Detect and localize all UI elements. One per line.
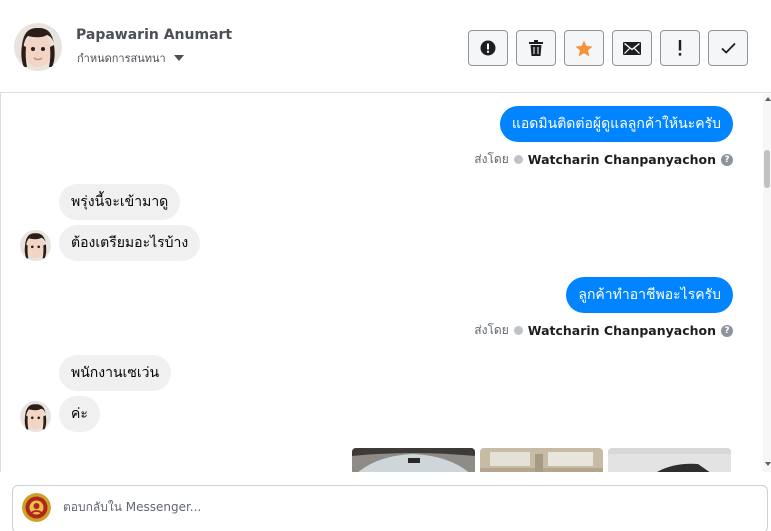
delete-button[interactable] — [516, 30, 556, 66]
attachment-photo[interactable] — [352, 448, 475, 472]
reply-input[interactable] — [63, 496, 663, 518]
verified-dot-icon — [513, 155, 523, 164]
attachment-photo[interactable] — [608, 448, 731, 472]
contact-avatar-small — [20, 230, 51, 261]
star-icon — [575, 40, 593, 57]
contact-avatar[interactable] — [14, 23, 62, 71]
page-avatar — [22, 493, 51, 522]
agent-name[interactable]: Watcharin Chanpanyachon — [528, 323, 716, 338]
sent-by-prefix: ส่งโดย — [474, 323, 509, 337]
verified-dot-icon — [513, 326, 523, 335]
sent-by-prefix: ส่งโดย — [474, 152, 509, 166]
sent-by-line: ส่งโดย Watcharin Chanpanyachon ? — [474, 321, 733, 340]
spam-button[interactable] — [468, 30, 508, 66]
contact-avatar-small — [20, 401, 51, 432]
outgoing-message[interactable]: แอดมินติดต่อผู้ดูแลลูกค้าให้นะครับ — [499, 106, 733, 142]
alert-circle-icon — [480, 40, 496, 56]
agent-name[interactable]: Watcharin Chanpanyachon — [528, 152, 716, 167]
trash-icon — [529, 40, 543, 56]
attachment-photo[interactable] — [480, 448, 603, 472]
caret-down-icon — [173, 55, 184, 61]
message-thread[interactable]: แอดมินติดต่อผู้ดูแลลูกค้าให้นะครับ ส่งโด… — [0, 94, 763, 472]
help-icon[interactable]: ? — [721, 324, 733, 337]
star-button[interactable] — [564, 30, 604, 66]
assign-conversation-dropdown[interactable]: กำหนดการสนทนา — [77, 49, 184, 67]
check-icon — [720, 42, 736, 54]
outgoing-message[interactable]: ลูกค้าทำอาชีพอะไรครับ — [566, 277, 733, 313]
follow-up-button[interactable] — [660, 30, 700, 66]
reply-composer[interactable] — [12, 485, 768, 531]
scroll-down-icon[interactable] — [765, 462, 771, 466]
exclamation-icon — [678, 40, 682, 56]
contact-name[interactable]: Papawarin Anumart — [76, 27, 232, 43]
mark-done-button[interactable] — [708, 30, 748, 66]
help-icon[interactable]: ? — [721, 153, 733, 166]
reply-area — [0, 472, 771, 531]
scrollbar-thumb[interactable] — [764, 150, 770, 188]
incoming-message[interactable]: ต้องเตรียมอะไรบ้าง — [59, 225, 201, 261]
scroll-up-icon[interactable] — [765, 97, 771, 101]
envelope-icon — [623, 41, 641, 55]
mark-unread-button[interactable] — [612, 30, 652, 66]
assign-label: กำหนดการสนทนา — [77, 52, 166, 65]
incoming-message[interactable]: พรุ่งนี้จะเข้ามาดู — [59, 184, 181, 220]
sent-by-line: ส่งโดย Watcharin Chanpanyachon ? — [474, 150, 733, 169]
incoming-message[interactable]: ค่ะ — [59, 396, 100, 432]
incoming-message[interactable]: พนักงานเซเว่น — [59, 355, 172, 391]
action-toolbar — [468, 30, 748, 66]
conversation-header: Papawarin Anumart กำหนดการสนทนา — [0, 0, 771, 93]
